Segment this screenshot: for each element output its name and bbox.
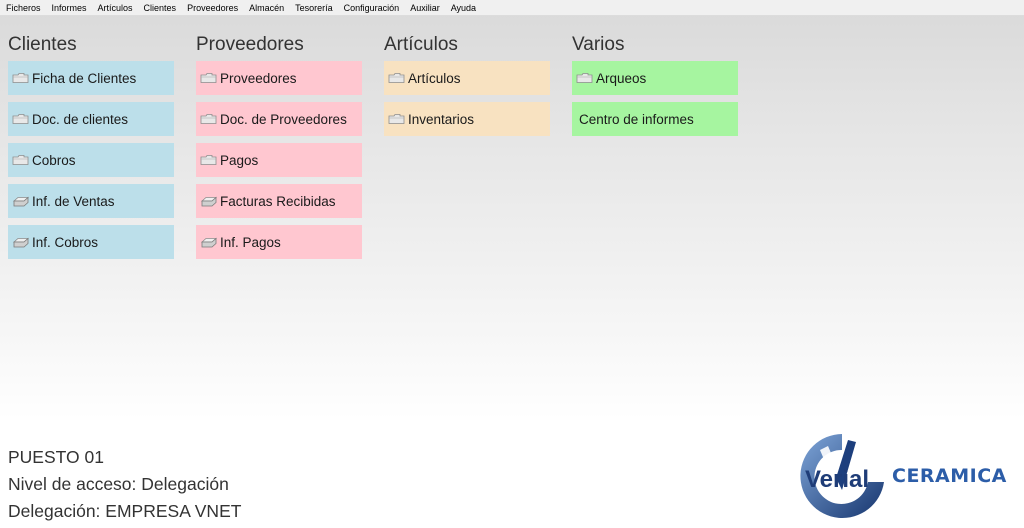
- articulos-title: Artículos: [384, 34, 458, 55]
- menu-proveedores[interactable]: Proveedores: [187, 3, 238, 13]
- tile-label: Facturas Recibidas: [220, 193, 336, 209]
- menu-configuracion[interactable]: Configuración: [344, 3, 400, 13]
- tile-label: Ficha de Clientes: [32, 70, 137, 86]
- proveedores-column: Proveedores Proveedores Doc. de Proveedo…: [196, 32, 362, 266]
- verial-logo-icon: Verial: [800, 434, 884, 518]
- articulos-column: Artículos Artículos Inventarios: [384, 32, 550, 143]
- tile-cobros[interactable]: Cobros: [8, 143, 174, 177]
- clientes-column: Clientes Ficha de Clientes Doc. de clien…: [8, 32, 174, 266]
- tile-label: Doc. de clientes: [32, 111, 129, 127]
- tile-inf-pagos[interactable]: Inf. Pagos: [196, 225, 362, 259]
- printer-icon: [12, 195, 30, 207]
- tile-label: Pagos: [220, 152, 259, 168]
- menu-ayuda[interactable]: Ayuda: [451, 3, 476, 13]
- proveedores-title: Proveedores: [196, 34, 304, 55]
- varios-column: Varios Arqueos Centro de informes: [572, 32, 738, 143]
- folder-icon: [388, 72, 406, 84]
- puesto-label: PUESTO 01: [8, 447, 104, 467]
- folder-icon: [12, 154, 30, 166]
- tile-ficha-clientes[interactable]: Ficha de Clientes: [8, 61, 174, 95]
- tile-inf-cobros[interactable]: Inf. Cobros: [8, 225, 174, 259]
- folder-icon: [200, 113, 218, 125]
- folder-icon: [200, 72, 218, 84]
- folder-icon: [12, 72, 30, 84]
- menu-ficheros[interactable]: Ficheros: [6, 3, 41, 13]
- tile-proveedores[interactable]: Proveedores: [196, 61, 362, 95]
- printer-icon: [200, 236, 218, 248]
- tile-doc-proveedores[interactable]: Doc. de Proveedores: [196, 102, 362, 136]
- folder-icon: [576, 72, 594, 84]
- tile-label: Artículos: [408, 70, 461, 86]
- logo-wordmark: Verial: [805, 466, 869, 493]
- tile-pagos[interactable]: Pagos: [196, 143, 362, 177]
- tile-label: Inf. Pagos: [220, 234, 281, 250]
- folder-icon: [200, 154, 218, 166]
- printer-icon: [200, 195, 218, 207]
- tile-facturas-recibidas[interactable]: Facturas Recibidas: [196, 184, 362, 218]
- printer-icon: [12, 236, 30, 248]
- tile-arqueos[interactable]: Arqueos: [572, 61, 738, 95]
- tile-label: Centro de informes: [579, 111, 694, 127]
- tile-centro-informes[interactable]: Centro de informes: [572, 102, 738, 136]
- tile-doc-clientes[interactable]: Doc. de clientes: [8, 102, 174, 136]
- tile-label: Inf. Cobros: [32, 234, 99, 250]
- tile-label: Inf. de Ventas: [32, 193, 115, 209]
- session-info: PUESTO 01 Nivel de acceso: Delegación De…: [8, 444, 241, 525]
- menu-clientes[interactable]: Clientes: [144, 3, 177, 13]
- tile-inf-ventas[interactable]: Inf. de Ventas: [8, 184, 174, 218]
- company-logo: Verial CERAMICA: [798, 432, 1018, 522]
- tile-inventarios[interactable]: Inventarios: [384, 102, 550, 136]
- access-level-label: Nivel de acceso: Delegación: [8, 474, 229, 494]
- delegation-label: Delegación: EMPRESA VNET: [8, 501, 242, 521]
- menu-informes[interactable]: Informes: [52, 3, 87, 13]
- menu-bar: Ficheros Informes Artículos Clientes Pro…: [0, 0, 1024, 16]
- tile-label: Arqueos: [596, 70, 647, 86]
- menu-tesoreria[interactable]: Tesorería: [295, 3, 333, 13]
- tile-articulos[interactable]: Artículos: [384, 61, 550, 95]
- menu-articulos[interactable]: Artículos: [98, 3, 133, 13]
- clientes-title: Clientes: [8, 34, 77, 55]
- tile-label: Inventarios: [408, 111, 475, 127]
- tile-label: Cobros: [32, 152, 76, 168]
- brand-name: CERAMICA: [892, 465, 1007, 487]
- menu-almacen[interactable]: Almacén: [249, 3, 284, 13]
- tile-label: Doc. de Proveedores: [220, 111, 347, 127]
- varios-title: Varios: [572, 34, 625, 55]
- folder-icon: [12, 113, 30, 125]
- menu-auxiliar[interactable]: Auxiliar: [410, 3, 440, 13]
- folder-icon: [388, 113, 406, 125]
- tile-label: Proveedores: [220, 70, 297, 86]
